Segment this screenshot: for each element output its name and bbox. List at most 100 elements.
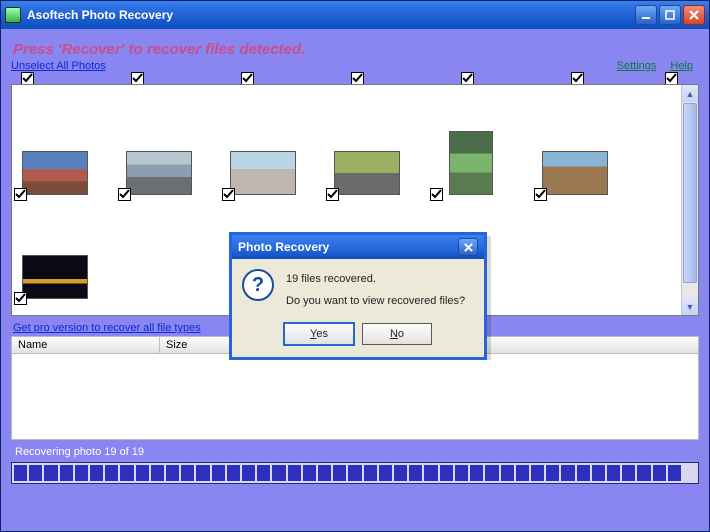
progress-segment [44,465,57,481]
progress-segment [227,465,240,481]
progress-segment [348,465,361,481]
progress-segment [501,465,514,481]
progress-segment [151,465,164,481]
unselect-all-link[interactable]: Unselect All Photos [11,60,106,72]
thumbnail-checkbox[interactable] [14,188,27,201]
progress-segment [288,465,301,481]
photo-thumbnail [334,151,400,195]
window-title: Asoftech Photo Recovery [27,8,635,22]
title-bar: Asoftech Photo Recovery [1,1,709,29]
dialog-title-bar: Photo Recovery [232,235,484,259]
thumbnail-checkbox[interactable] [534,188,547,201]
dialog-title-text: Photo Recovery [238,240,458,254]
progress-segment [75,465,88,481]
photo-thumbnail [126,151,192,195]
dialog-line2: Do you want to view recovered files? [286,295,465,307]
thumbnail-item[interactable] [540,125,610,195]
help-link[interactable]: Help [670,60,693,72]
progress-segment [440,465,453,481]
progress-segment [14,465,27,481]
progress-segment [683,465,696,481]
progress-segment [60,465,73,481]
progress-segment [29,465,42,481]
scroll-thumb[interactable] [683,103,697,283]
progress-segment [379,465,392,481]
progress-segment [516,465,529,481]
thumbnail-checkbox[interactable] [222,188,235,201]
dialog-line1: 19 files recovered. [286,273,465,285]
minimize-button[interactable] [635,5,657,25]
settings-link[interactable]: Settings [617,60,657,72]
progress-segment [531,465,544,481]
progress-segment [577,465,590,481]
recovery-dialog: Photo Recovery ? 19 files recovered. Do … [229,232,487,360]
progress-segment [196,465,209,481]
thumbnail-item[interactable] [20,125,90,195]
photo-thumbnail [449,131,493,195]
scroll-up-button[interactable]: ▲ [682,85,698,102]
progress-segment [105,465,118,481]
progress-segment [212,465,225,481]
status-text: Recovering photo 19 of 19 [11,440,699,462]
vertical-scrollbar[interactable]: ▲ ▼ [681,85,698,315]
dialog-message: 19 files recovered. Do you want to view … [286,273,465,307]
file-grid-body [11,354,699,440]
banner-text: Press 'Recover' to recover files detecte… [11,37,699,60]
thumbnail-item[interactable] [228,125,298,195]
progress-segment [607,465,620,481]
pro-version-link[interactable]: Get pro version to recover all file type… [13,322,201,334]
thumbnail-checkbox[interactable] [118,188,131,201]
main-window: Asoftech Photo Recovery Press 'Recover' … [0,0,710,532]
yes-button[interactable]: Yes [284,323,354,345]
progress-segment [166,465,179,481]
no-button[interactable]: No [362,323,432,345]
photo-thumbnail [542,151,608,195]
progress-bar [11,462,699,484]
progress-segment [668,465,681,481]
progress-segment [592,465,605,481]
progress-segment [303,465,316,481]
thumbnail-checkbox[interactable] [430,188,443,201]
dialog-body: ? 19 files recovered. Do you want to vie… [232,259,484,357]
question-icon: ? [242,269,274,301]
maximize-button[interactable] [659,5,681,25]
thumbnail-item[interactable] [20,229,90,299]
thumbnail-checkbox[interactable] [14,292,27,305]
thumbnail-item[interactable] [332,125,402,195]
progress-segment [561,465,574,481]
progress-segment [242,465,255,481]
column-header-name[interactable]: Name [12,337,160,353]
progress-segment [90,465,103,481]
progress-segment [257,465,270,481]
progress-segment [318,465,331,481]
progress-segment [333,465,346,481]
thumbnail-checkbox[interactable] [326,188,339,201]
thumbnail-item[interactable] [436,125,506,195]
toolbar: Unselect All Photos Settings Help [11,60,699,72]
progress-segment [546,465,559,481]
window-buttons [635,5,705,25]
photo-thumbnail [230,151,296,195]
progress-segment [181,465,194,481]
progress-segment [424,465,437,481]
photo-thumbnail [22,255,88,299]
top-checkbox-strip [11,74,699,84]
progress-segment [653,465,666,481]
app-icon [5,7,21,23]
photo-thumbnail [22,151,88,195]
progress-segment [409,465,422,481]
progress-segment [136,465,149,481]
progress-segment [120,465,133,481]
progress-segment [272,465,285,481]
close-button[interactable] [683,5,705,25]
progress-segment [394,465,407,481]
progress-segment [364,465,377,481]
dialog-close-button[interactable] [458,238,478,256]
app-body: Press 'Recover' to recover files detecte… [1,29,709,531]
progress-segment [470,465,483,481]
scroll-down-button[interactable]: ▼ [682,298,698,315]
progress-segment [637,465,650,481]
progress-segment [485,465,498,481]
progress-segment [622,465,635,481]
thumbnail-item[interactable] [124,125,194,195]
